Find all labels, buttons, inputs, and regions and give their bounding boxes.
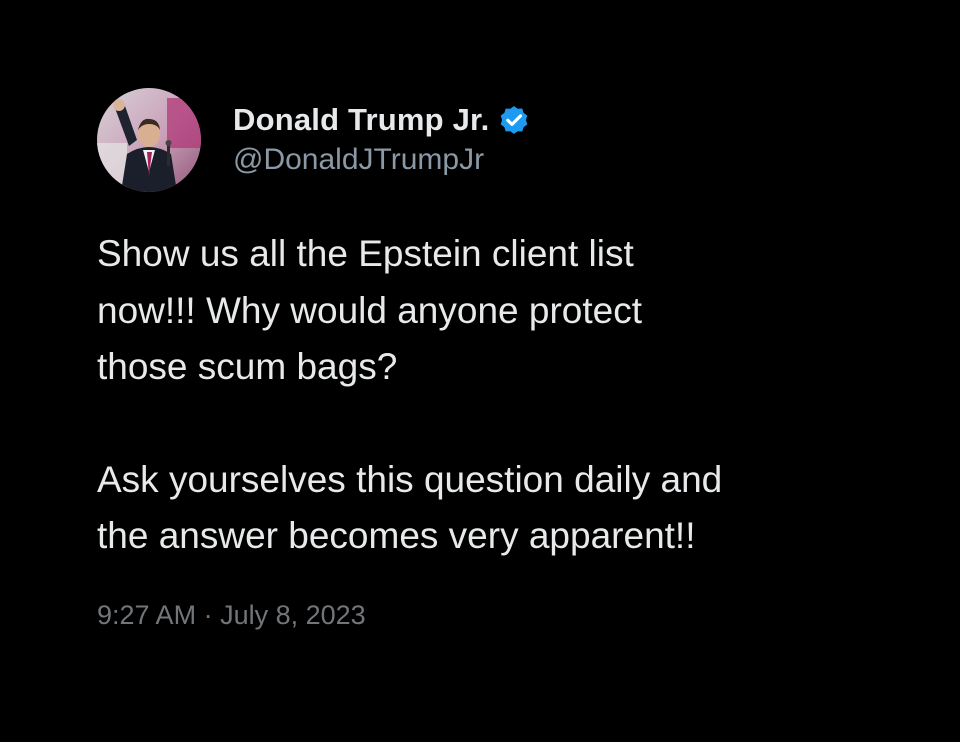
tweet-card: Donald Trump Jr. @DonaldJTrumpJr Show us… xyxy=(0,0,960,742)
tweet-date: July 8, 2023 xyxy=(220,600,366,630)
tweet-time: 9:27 AM xyxy=(97,600,197,630)
verified-badge-icon xyxy=(497,103,531,137)
author-handle[interactable]: @DonaldJTrumpJr xyxy=(233,143,484,177)
author-name-row: Donald Trump Jr. xyxy=(233,98,531,142)
tweet-paragraph-1: Show us all the Epstein client list now!… xyxy=(97,233,643,387)
tweet-timestamp[interactable]: 9:27 AM · July 8, 2023 xyxy=(97,600,366,631)
profile-photo-icon xyxy=(97,88,201,192)
author-avatar[interactable] xyxy=(97,88,201,192)
author-display-name[interactable]: Donald Trump Jr. xyxy=(233,102,489,138)
timestamp-separator: · xyxy=(203,600,213,630)
tweet-paragraph-2: Ask yourselves this question daily and t… xyxy=(97,458,723,557)
tweet-body: Show us all the Epstein client list now!… xyxy=(97,226,917,565)
